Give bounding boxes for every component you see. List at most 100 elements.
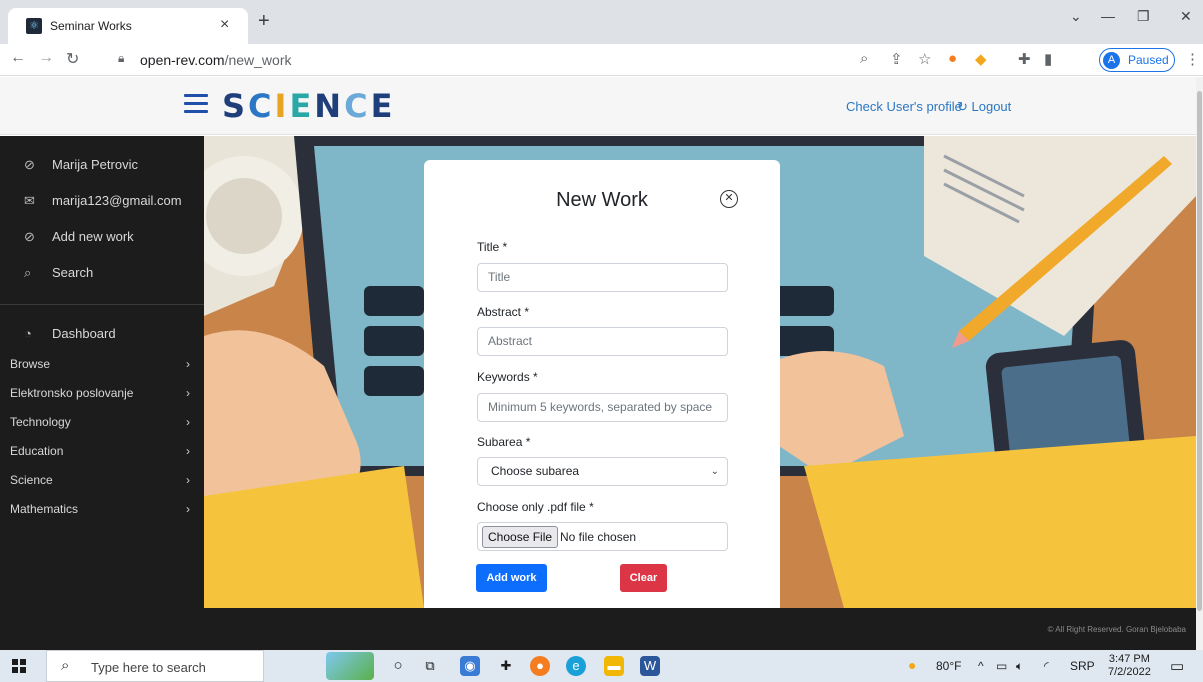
notification-icon[interactable]: ▭ [1170,657,1184,675]
file-explorer-icon[interactable]: ▬ [604,656,624,676]
add-work-button[interactable]: Add work [476,564,547,592]
sidebar-item-browse[interactable]: Browse › [10,357,194,371]
share-icon[interactable]: ⇪ [890,50,903,68]
address-bar-row: ← → ↻ 🔒︎ open-rev.com/new_work ⌕ ⇪ ☆ ● ◆… [0,44,1203,76]
bookmark-star-icon[interactable]: ☆ [918,50,931,68]
logout-icon: ↻ [957,99,972,114]
chevron-right-icon: › [186,415,190,429]
sidebar-item-education[interactable]: Education › [10,444,194,458]
avatar: A [1103,52,1120,69]
reload-icon[interactable]: ↻ [66,49,79,69]
chevron-down-icon: ⌄ [710,466,719,477]
minimize-icon[interactable]: — [1101,8,1115,24]
side-panel-icon[interactable]: ▮ [1044,50,1052,68]
forward-icon[interactable]: → [38,49,54,67]
site-header: SCIENCE Check User's profile ↻ Logout [0,77,1196,135]
windows-start-icon[interactable] [12,659,26,673]
extensions-puzzle-icon[interactable]: ✚ [1018,50,1031,68]
sidebar-item-technology[interactable]: Technology › [10,415,194,429]
lock-icon: 🔒︎ [118,51,125,65]
weather-widget-icon[interactable] [326,652,374,680]
tab-close-icon[interactable]: × [220,16,229,34]
chrome-app-icon[interactable]: ◉ [460,656,480,676]
taskbar-search-text: Type here to search [91,660,206,675]
hamburger-menu-icon[interactable] [184,94,208,114]
url-text: open-rev.com/new_work [140,52,292,68]
wifi-icon[interactable]: ◜ [1044,659,1049,673]
keywords-label: Keywords * [477,370,538,384]
new-work-modal: New Work ✕ Title * Title Abstract * Abst… [424,160,780,608]
sidebar: ⊘ Marija Petrovic ✉ marija123@gmail.com ⊘ A… [0,136,204,650]
chevron-right-icon: › [186,357,190,371]
mail-icon: ✉ [24,193,35,208]
abstract-label: Abstract * [477,305,530,319]
window-close-icon[interactable]: ✕ [1180,8,1192,25]
chevron-right-icon: › [186,444,190,458]
profile-link[interactable]: Check User's profile [846,99,962,114]
subarea-select[interactable]: Choose subarea ⌄ [477,457,728,486]
choose-file-button[interactable]: Choose File [482,526,559,548]
sidebar-item-science[interactable]: Science › [10,473,194,487]
taskbar-search-box[interactable]: ⌕ Type here to search [46,650,264,682]
sidebar-item-mathematics[interactable]: Mathematics › [10,502,194,516]
scrollbar-thumb[interactable] [1197,91,1202,611]
firefox-icon[interactable]: ● [530,656,550,676]
chevron-right-icon: › [186,502,190,516]
cortana-icon[interactable]: ○ [388,656,408,676]
sidebar-item-search[interactable]: ⌕ Search [24,265,93,281]
tab-search-icon[interactable]: ⌄ [1070,8,1082,25]
logout-link[interactable]: ↻ Logout [957,99,1011,115]
word-icon[interactable]: W [640,656,660,676]
title-label: Title * [477,240,508,254]
language-indicator[interactable]: SRP [1070,659,1095,673]
title-input[interactable]: Title [477,263,728,292]
restore-icon[interactable]: ❐ [1137,8,1150,25]
close-icon[interactable]: ✕ [720,190,738,208]
volume-icon[interactable]: 🔈︎ [1016,659,1023,674]
dashboard-gauge-icon: ◔ [24,326,32,341]
battery-icon[interactable]: ▭ [996,659,1007,673]
copyright-text: © All Right Reserved. Goran Bjelobaba [1047,625,1186,634]
menu-kebab-icon[interactable]: ⋮ [1185,50,1200,68]
weather-temp[interactable]: 80°F [936,659,961,673]
clock[interactable]: 3:47 PM 7/2/2022 [1108,653,1151,679]
chevron-right-icon: › [186,386,190,400]
url-field[interactable]: 🔒︎ open-rev.com/new_work [108,47,888,73]
search-icon: ⌕ [61,657,70,674]
zoom-icon[interactable]: ⌕ [860,50,868,67]
site-footer: © All Right Reserved. Goran Bjelobaba [204,608,1196,650]
clock-time: 3:47 PM [1108,653,1150,665]
file-input[interactable]: Choose File No file chosen [477,522,728,551]
edge-icon[interactable]: e [566,656,586,676]
chevron-right-icon: › [186,473,190,487]
clock-date: 7/2/2022 [1108,666,1151,678]
sidebar-item-elektronsko-poslovanje[interactable]: Elektronsko poslovanje › [10,386,194,400]
site-favicon-icon: ⚛ [26,18,42,34]
abstract-input[interactable]: Abstract [477,327,728,356]
sidebar-item-dashboard[interactable]: ◔ Dashboard [24,326,116,341]
extension-icon[interactable]: ● [948,50,957,67]
back-icon[interactable]: ← [10,49,26,67]
browser-tab[interactable]: ⚛ Seminar Works × [8,8,248,44]
science-logo[interactable]: SCIENCE [222,87,395,125]
clear-button[interactable]: Clear [620,564,667,592]
browser-tab-bar: ⚛ Seminar Works × + ⌄ — ❐ ✕ [0,0,1203,44]
sidebar-user-name: ⊘ Marija Petrovic [24,157,138,172]
tray-chevron-icon[interactable]: ^ [978,659,984,673]
tab-title: Seminar Works [50,19,132,33]
windows-taskbar: ⌕ Type here to search ○ ⧉ ◉ ✚ ● e ▬ W ● … [0,650,1203,682]
profile-button[interactable]: A Paused [1099,48,1175,72]
profile-status: Paused [1128,53,1169,67]
extension-fox-icon[interactable]: ◆ [975,50,987,68]
new-tab-icon[interactable]: + [258,10,270,33]
keywords-input[interactable]: Minimum 5 keywords, separated by space [477,393,728,422]
file-status: No file chosen [560,530,637,544]
pinned-app-icon[interactable]: ✚ [496,656,516,676]
subarea-selected-value: Choose subarea [491,464,580,478]
sidebar-item-add-work[interactable]: ⊘ Add new work [24,229,134,245]
file-label: Choose only .pdf file * [477,500,594,514]
task-view-icon[interactable]: ⧉ [420,656,440,676]
page-scrollbar[interactable] [1196,77,1203,650]
subarea-label: Subarea * [477,435,531,449]
sidebar-divider [0,304,204,305]
